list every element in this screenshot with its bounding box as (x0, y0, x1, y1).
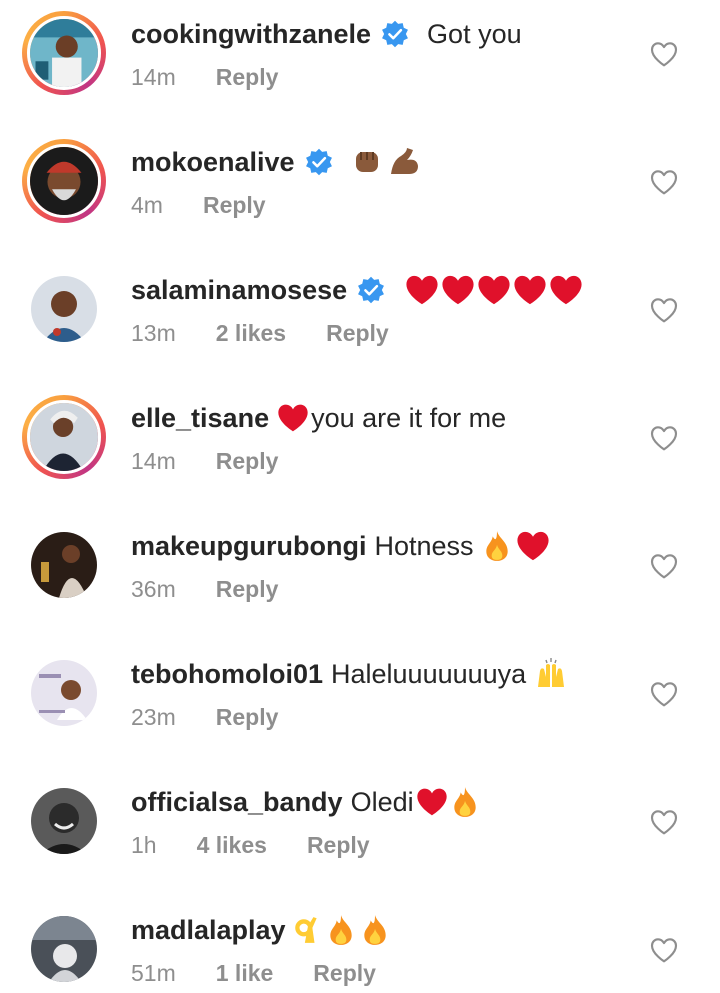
comment-username[interactable]: madlalaplay (131, 910, 286, 950)
fire-emoji-icon (328, 914, 354, 946)
comment-username[interactable]: makeupgurubongi (131, 526, 367, 566)
comment-text: Haleluuuuuuuya (331, 659, 527, 689)
like-heart-icon[interactable] (648, 678, 680, 710)
comment-row: madlalaplay 51m 1 like Reply (0, 896, 720, 993)
raised-fist-emoji-icon (351, 146, 383, 178)
comment-text: Oledi (350, 787, 414, 817)
raising-hands-emoji-icon (534, 657, 568, 691)
comment-row: tebohomoloi01 Haleluuuuuuuya 23m Reply (0, 640, 720, 768)
comment-text: Hotness (374, 531, 474, 561)
red-heart-emoji-icon (477, 274, 511, 306)
comment-row: salaminamosese 13m 2 likes Reply (0, 256, 720, 384)
comment-row: elle_tisane you are it for me 14m Reply (0, 384, 720, 512)
comment-username[interactable]: mokoenalive (131, 142, 295, 182)
verified-badge-icon (381, 20, 409, 48)
reply-button[interactable]: Reply (203, 192, 266, 219)
comment-row: cookingwithzanele Got you 14m Reply (0, 0, 720, 128)
comment-text: Got you (427, 19, 522, 49)
like-heart-icon[interactable] (648, 294, 680, 326)
flexed-biceps-emoji-icon (387, 146, 421, 178)
like-heart-icon[interactable] (648, 38, 680, 70)
avatar[interactable] (22, 11, 106, 95)
reply-button[interactable]: Reply (216, 64, 279, 91)
avatar[interactable] (22, 651, 106, 735)
comment-timestamp: 23m (131, 703, 176, 730)
fire-emoji-icon (362, 914, 388, 946)
verified-badge-icon (357, 276, 385, 304)
comment-row: mokoenalive 4m Reply (0, 128, 720, 256)
like-heart-icon[interactable] (648, 166, 680, 198)
comment-username[interactable]: tebohomoloi01 (131, 654, 323, 694)
fire-emoji-icon (484, 530, 510, 562)
like-heart-icon[interactable] (648, 422, 680, 454)
avatar[interactable] (22, 779, 106, 863)
comment-timestamp: 1h (131, 831, 157, 858)
avatar[interactable] (22, 395, 106, 479)
red-heart-emoji-icon (405, 274, 439, 306)
reply-button[interactable]: Reply (216, 576, 279, 603)
comment-timestamp: 36m (131, 575, 176, 602)
comment-likes-count[interactable]: 2 likes (216, 320, 286, 347)
comment-timestamp: 14m (131, 447, 176, 474)
comment-timestamp: 4m (131, 191, 163, 218)
comments-list: cookingwithzanele Got you 14m Reply moko… (0, 0, 720, 993)
red-heart-emoji-icon (549, 274, 583, 306)
red-heart-emoji-icon (441, 274, 475, 306)
comment-timestamp: 14m (131, 63, 176, 90)
comment-timestamp: 13m (131, 319, 176, 346)
reply-button[interactable]: Reply (307, 832, 370, 859)
comment-likes-count[interactable]: 1 like (216, 960, 274, 987)
reply-button[interactable]: Reply (216, 448, 279, 475)
red-heart-emoji-icon (416, 787, 448, 817)
verified-badge-icon (305, 148, 333, 176)
comment-row: makeupgurubongi Hotness 36m Reply (0, 512, 720, 640)
like-heart-icon[interactable] (648, 806, 680, 838)
like-heart-icon[interactable] (648, 934, 680, 966)
reply-button[interactable]: Reply (216, 704, 279, 731)
comment-username[interactable]: salaminamosese (131, 270, 347, 310)
red-heart-emoji-icon (516, 530, 550, 562)
comment-username[interactable]: officialsa_bandy (131, 782, 343, 822)
reply-button[interactable]: Reply (313, 960, 376, 987)
reply-button[interactable]: Reply (326, 320, 389, 347)
red-heart-emoji-icon (513, 274, 547, 306)
avatar[interactable] (22, 267, 106, 351)
like-heart-icon[interactable] (648, 550, 680, 582)
comment-timestamp: 51m (131, 959, 176, 986)
avatar[interactable] (22, 523, 106, 607)
comment-username[interactable]: cookingwithzanele (131, 14, 371, 54)
avatar[interactable] (22, 907, 106, 991)
fire-emoji-icon (452, 786, 478, 818)
comment-likes-count[interactable]: 4 likes (197, 832, 267, 859)
comment-username[interactable]: elle_tisane (131, 398, 269, 438)
comment-text: you are it for me (311, 403, 507, 433)
avatar[interactable] (22, 139, 106, 223)
red-heart-emoji-icon (277, 403, 309, 433)
ok-hand-emoji-icon (294, 915, 320, 945)
comment-row: officialsa_bandy Oledi 1h 4 likes Reply (0, 768, 720, 896)
